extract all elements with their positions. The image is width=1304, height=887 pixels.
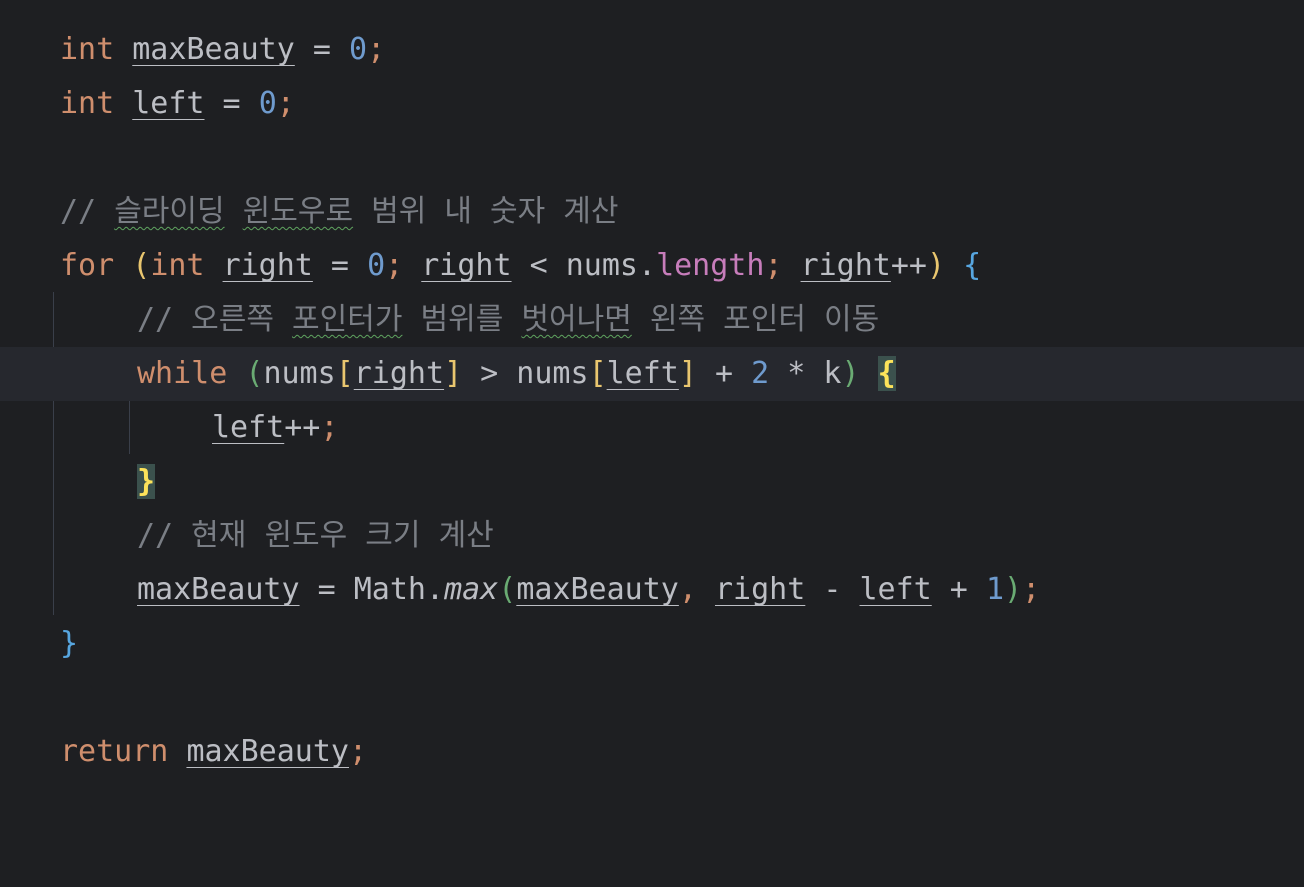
- code-line-5[interactable]: for (int right = 0; right < nums.length;…: [0, 239, 1304, 293]
- keyword: for: [60, 248, 115, 283]
- code-line-9[interactable]: }: [0, 455, 1304, 509]
- variable: right: [715, 572, 806, 607]
- variable: right: [353, 356, 445, 391]
- keyword: int: [150, 248, 205, 283]
- variable: right: [421, 248, 512, 283]
- field: length: [656, 248, 765, 283]
- variable: maxBeauty: [137, 572, 300, 607]
- operator: =: [294, 32, 349, 67]
- keyword: int: [60, 32, 115, 67]
- operator: =: [204, 86, 259, 121]
- variable: right: [800, 248, 891, 283]
- number-literal: 0: [349, 32, 368, 67]
- comment: // 슬라이딩 윈도우로 범위 내 숫자 계산: [60, 194, 619, 229]
- code-line-14[interactable]: return maxBeauty;: [0, 725, 1304, 779]
- variable: left: [212, 410, 285, 445]
- variable: maxBeauty: [516, 572, 679, 607]
- code-line-11[interactable]: maxBeauty = Math.max(maxBeauty, right - …: [0, 563, 1304, 617]
- paren: (: [498, 572, 517, 607]
- code-line-10[interactable]: // 현재 윈도우 크기 계산: [0, 509, 1304, 563]
- variable: left: [606, 356, 679, 391]
- variable: left: [859, 572, 932, 607]
- matched-brace: }: [137, 464, 156, 499]
- bracket: [: [335, 356, 354, 391]
- code-line-8[interactable]: left++;: [0, 401, 1304, 455]
- number-literal: 2: [751, 356, 770, 391]
- bracket: [: [588, 356, 607, 391]
- brace: {: [963, 248, 982, 283]
- typo-word: 포인터가: [292, 302, 403, 337]
- paren: (: [245, 356, 264, 391]
- typo-word: 슬라이딩: [114, 194, 225, 229]
- code-line-7-current[interactable]: while (nums[right] > nums[left] + 2 * k)…: [0, 347, 1304, 401]
- number-literal: 1: [985, 572, 1004, 607]
- static-method: max: [444, 572, 499, 607]
- code-line-12[interactable]: }: [0, 617, 1304, 671]
- comment: // 현재 윈도우 크기 계산: [137, 518, 494, 553]
- variable: left: [132, 86, 205, 121]
- semicolon: ;: [276, 86, 295, 121]
- paren: ): [1004, 572, 1023, 607]
- code-line-1[interactable]: int maxBeauty = 0;: [0, 23, 1304, 77]
- variable: right: [222, 248, 313, 283]
- comment: // 오른쪽 포인터가 범위를 벗어나면 왼쪽 포인터 이동: [137, 302, 880, 337]
- keyword: return: [60, 734, 169, 769]
- keyword: int: [60, 86, 115, 121]
- matched-brace: {: [877, 356, 896, 391]
- paren: ): [927, 248, 946, 283]
- bracket: ]: [678, 356, 697, 391]
- variable: maxBeauty: [132, 32, 295, 67]
- code-line-2[interactable]: int left = 0;: [0, 77, 1304, 131]
- number-literal: 0: [367, 248, 386, 283]
- bracket: ]: [444, 356, 463, 391]
- number-literal: 0: [258, 86, 277, 121]
- code-line-6[interactable]: // 오른쪽 포인터가 범위를 벗어나면 왼쪽 포인터 이동: [0, 293, 1304, 347]
- keyword: while: [137, 356, 228, 391]
- paren: (: [114, 248, 151, 283]
- paren: ): [841, 356, 860, 391]
- code-editor[interactable]: int maxBeauty = 0; int left = 0; // 슬라이딩…: [0, 0, 1304, 810]
- brace: }: [60, 626, 79, 661]
- variable: maxBeauty: [186, 734, 349, 769]
- semicolon: ;: [367, 32, 386, 67]
- typo-word: 윈도우로: [242, 194, 354, 229]
- code-line-4[interactable]: // 슬라이딩 윈도우로 범위 내 숫자 계산: [0, 185, 1304, 239]
- typo-word: 벗어나면: [521, 302, 632, 337]
